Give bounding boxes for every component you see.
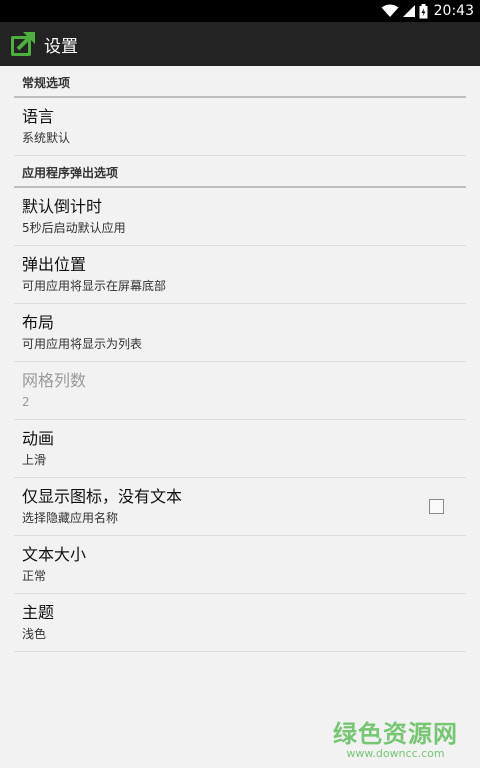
status-bar: 20:43 bbox=[0, 0, 480, 22]
action-bar: 设置 bbox=[0, 22, 480, 66]
setting-summary: 可用应用将显示为列表 bbox=[22, 336, 143, 351]
setting-grid-columns: 网格列数 2 bbox=[14, 362, 466, 420]
watermark: 绿色资源网 www.downcc.com bbox=[333, 714, 458, 760]
setting-title: 布局 bbox=[22, 312, 55, 332]
watermark-name: 绿色资源网 bbox=[333, 720, 458, 748]
setting-title: 主题 bbox=[22, 602, 55, 622]
setting-summary: 浅色 bbox=[22, 626, 47, 641]
setting-summary: 系统默认 bbox=[22, 130, 71, 145]
setting-popup-position[interactable]: 弹出位置 可用应用将显示在屏幕底部 bbox=[14, 246, 466, 304]
setting-title: 语言 bbox=[22, 106, 55, 126]
setting-text-size[interactable]: 文本大小 正常 bbox=[14, 536, 466, 594]
wifi-icon bbox=[381, 4, 399, 18]
setting-summary: 选择隐藏应用名称 bbox=[22, 510, 119, 525]
setting-language[interactable]: 语言 系统默认 bbox=[14, 98, 466, 156]
setting-summary: 上滑 bbox=[22, 452, 47, 467]
settings-list: 常规选项 语言 系统默认 应用程序弹出选项 默认倒计时 5秒后启动默认应用 弹出… bbox=[0, 66, 480, 652]
setting-layout[interactable]: 布局 可用应用将显示为列表 bbox=[14, 304, 466, 362]
setting-summary: 可用应用将显示在屏幕底部 bbox=[22, 278, 167, 293]
open-external-icon[interactable] bbox=[10, 31, 36, 57]
setting-default-countdown[interactable]: 默认倒计时 5秒后启动默认应用 bbox=[14, 188, 466, 246]
setting-title: 动画 bbox=[22, 428, 55, 448]
category-popup: 应用程序弹出选项 bbox=[14, 156, 466, 188]
setting-title: 仅显示图标，没有文本 bbox=[22, 486, 183, 506]
setting-title: 文本大小 bbox=[22, 544, 87, 564]
category-general: 常规选项 bbox=[14, 66, 466, 98]
watermark-url: www.downcc.com bbox=[346, 747, 445, 760]
setting-icons-only[interactable]: 仅显示图标，没有文本 选择隐藏应用名称 bbox=[14, 478, 466, 536]
icons-only-checkbox[interactable] bbox=[429, 498, 444, 514]
page-title: 设置 bbox=[44, 36, 78, 57]
setting-summary: 5秒后启动默认应用 bbox=[22, 220, 126, 235]
status-time: 20:43 bbox=[433, 3, 474, 19]
setting-summary: 2 bbox=[22, 394, 30, 409]
signal-icon bbox=[402, 4, 415, 18]
setting-animation[interactable]: 动画 上滑 bbox=[14, 420, 466, 478]
battery-icon bbox=[419, 3, 428, 19]
setting-title: 默认倒计时 bbox=[22, 196, 103, 216]
setting-title: 网格列数 bbox=[22, 370, 87, 390]
setting-summary: 正常 bbox=[22, 568, 47, 583]
setting-theme[interactable]: 主题 浅色 bbox=[14, 594, 466, 652]
setting-title: 弹出位置 bbox=[22, 254, 87, 274]
